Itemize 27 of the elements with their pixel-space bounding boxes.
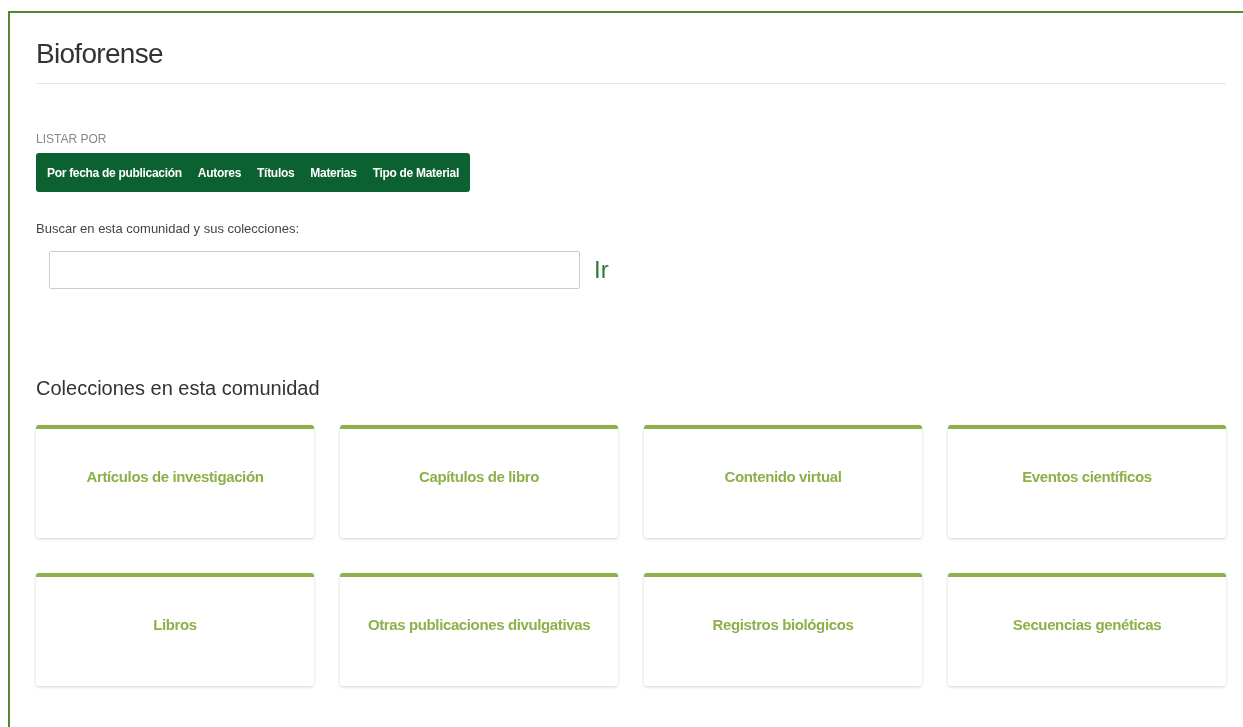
collection-name[interactable]: Otras publicaciones divulgativas (367, 614, 591, 686)
collection-card[interactable]: Registros biológicos (644, 572, 922, 686)
collection-name[interactable]: Eventos científicos (1022, 466, 1152, 538)
collection-name[interactable]: Contenido virtual (724, 466, 842, 538)
browse-label: LISTAR POR (36, 131, 108, 148)
collection-card[interactable]: Otras publicaciones divulgativas (340, 572, 618, 686)
browse-link[interactable]: Materias (310, 163, 357, 182)
page-title: Bioforense (36, 37, 164, 71)
collection-name[interactable]: Secuencias genéticas (1012, 614, 1162, 686)
collection-name[interactable]: Registros biológicos (712, 614, 854, 686)
collection-card[interactable]: Eventos científicos (948, 424, 1226, 538)
collection-card[interactable]: Artículos de investigación (36, 424, 314, 538)
browse-link[interactable]: Tipo de Material (372, 163, 459, 182)
collection-card[interactable]: Libros (36, 572, 314, 686)
go-button[interactable]: Ir (594, 251, 609, 288)
browse-link[interactable]: Títulos (257, 163, 295, 182)
collection-name[interactable]: Capítulos de libro (419, 466, 539, 538)
collection-card[interactable]: Secuencias genéticas (948, 572, 1226, 686)
search-field[interactable] (49, 250, 580, 289)
collection-card[interactable]: Contenido virtual (644, 424, 922, 538)
browse-link[interactable]: Por fecha de publicación (47, 163, 182, 182)
browse-link[interactable]: Autores (197, 163, 242, 182)
search-label: Buscar en esta comunidad y sus colecciones: (36, 220, 301, 238)
section-heading: Colecciones en esta comunidad (36, 375, 321, 401)
collection-card[interactable]: Capítulos de libro (340, 424, 618, 538)
collection-name[interactable]: Artículos de investigación (86, 466, 264, 538)
collection-name[interactable]: Libros (153, 614, 197, 686)
